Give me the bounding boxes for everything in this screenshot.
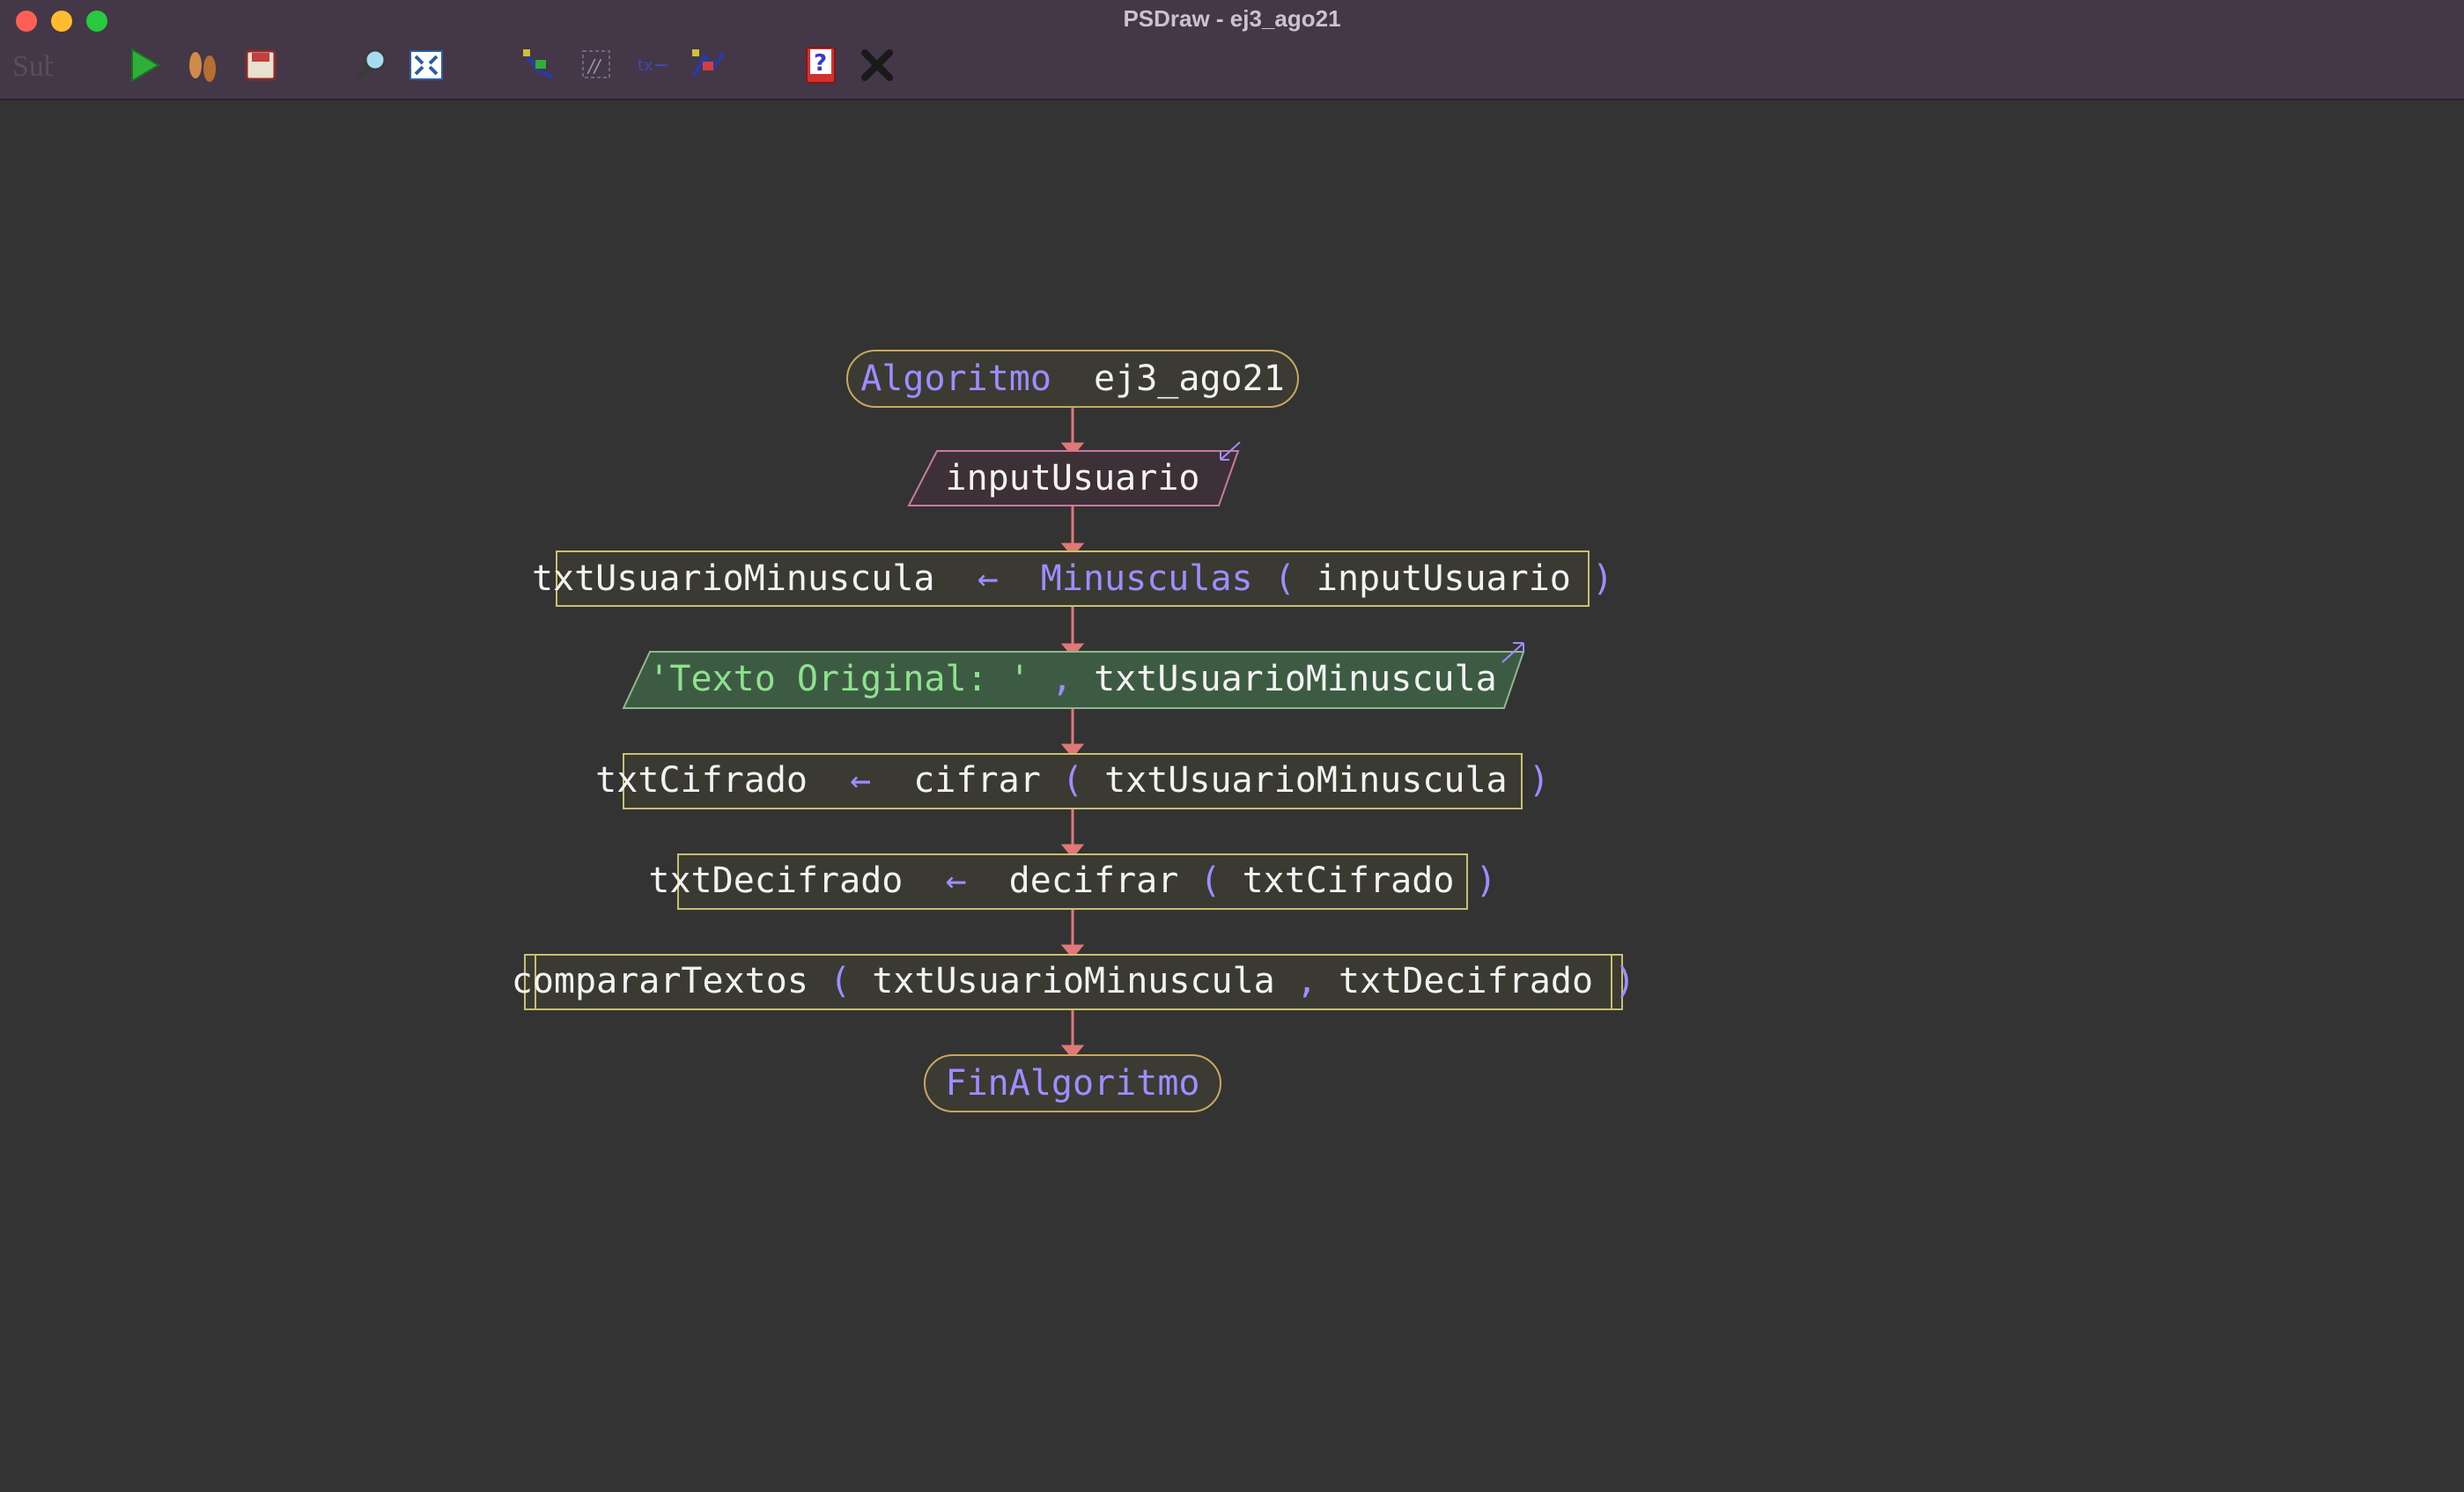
paren-close: )	[1529, 760, 1550, 801]
step-icon	[189, 52, 216, 82]
run-button[interactable]	[122, 42, 167, 88]
style-button[interactable]	[516, 42, 562, 88]
end-keyword: FinAlgoritmo	[946, 1063, 1200, 1104]
svg-text:tx: tx	[638, 56, 653, 75]
assign-arrow: ←	[850, 760, 871, 801]
paren-open: (	[1062, 760, 1083, 801]
assign-node-decipher[interactable]: txtDecifrado ← decifrar ( txtCifrado )	[648, 853, 1497, 910]
text-size-icon: tx	[638, 56, 668, 75]
paren-close: )	[1592, 558, 1613, 599]
assign-arrow: ←	[945, 860, 966, 901]
assign-target: txtUsuarioMinuscula	[532, 558, 935, 599]
comments-icon: //	[582, 50, 610, 78]
zoom-button[interactable]	[349, 42, 395, 88]
assign-function: Minusculas	[1041, 558, 1253, 599]
subprocess-icon: Sub	[12, 50, 53, 83]
diagram-canvas[interactable]: Algoritmo ej3_ago21 inputUsuario txtUsua…	[0, 100, 2464, 1492]
paren-open: (	[830, 961, 851, 1001]
svg-text:txtCifrado ←: txtCifrado ← cifrar ( txtUsuarioMinuscul…	[595, 760, 1550, 801]
assign-node-lowercase[interactable]: txtUsuarioMinuscula ← Minusculas ( input…	[532, 550, 1613, 607]
write-string: 'Texto Original: '	[648, 659, 1029, 699]
close-icon	[861, 49, 893, 81]
title-bar: PSDraw - ej3_ago21 Sub // tx ?	[0, 0, 2464, 100]
paren-open: (	[1199, 860, 1221, 901]
read-node[interactable]: inputUsuario	[907, 441, 1241, 506]
call-node[interactable]: compararTextos ( txtUsuarioMinuscula , t…	[512, 954, 1635, 1010]
window-title: PSDraw - ej3_ago21	[1123, 5, 1341, 32]
run-icon	[131, 48, 160, 83]
algorithm-name: ej3_ago21	[1094, 358, 1285, 399]
fit-icon	[409, 50, 443, 80]
help-button[interactable]: ?	[798, 42, 844, 88]
subprocess-button[interactable]: Sub	[9, 42, 55, 88]
svg-text:txtUsuarioMinuscula: txtUsuarioMinuscula ← Minusculas ( input…	[532, 558, 1613, 599]
comments-button[interactable]: //	[574, 42, 620, 88]
step-button[interactable]	[180, 42, 225, 88]
layout-button[interactable]	[685, 42, 731, 88]
close-diagram-button[interactable]	[854, 42, 900, 88]
layout-icon	[691, 49, 726, 78]
flowchart: Algoritmo ej3_ago21 inputUsuario txtUsua…	[512, 350, 1635, 1112]
zoom-icon	[355, 48, 387, 81]
assign-argument: txtUsuarioMinuscula	[1104, 760, 1508, 801]
save-icon	[245, 49, 277, 81]
svg-text:Sub: Sub	[12, 50, 53, 83]
assign-target: txtCifrado	[595, 760, 808, 801]
read-variable: inputUsuario	[946, 458, 1200, 499]
svg-text:Algoritmo ej3_ago21: Algoritmo ej3_ago21	[860, 358, 1285, 399]
text-size-button[interactable]: tx	[629, 42, 675, 88]
assign-argument: inputUsuario	[1317, 558, 1571, 599]
start-keyword: Algoritmo	[860, 358, 1051, 399]
toolbar: Sub // tx ?	[0, 42, 2464, 92]
assign-arrow: ←	[977, 558, 999, 599]
svg-text:'Texto Original: ' ,: 'Texto Original: ' , txtUsuarioMinuscula	[648, 659, 1496, 699]
assign-target: txtDecifrado	[648, 860, 903, 901]
assign-node-cipher[interactable]: txtCifrado ← cifrar ( txtUsuarioMinuscul…	[595, 753, 1550, 809]
assign-function: decifrar	[1009, 860, 1179, 901]
write-comma: ,	[1051, 659, 1073, 699]
end-node[interactable]: FinAlgoritmo	[924, 1054, 1221, 1112]
svg-text://: //	[586, 55, 602, 77]
paren-close: )	[1476, 860, 1497, 901]
save-button[interactable]	[238, 42, 284, 88]
write-node[interactable]: 'Texto Original: ' , txtUsuarioMinuscula	[622, 642, 1525, 709]
call-argument-1: txtUsuarioMinuscula	[872, 961, 1275, 1001]
write-variable: txtUsuarioMinuscula	[1094, 659, 1497, 699]
call-argument-2: txtDecifrado	[1339, 961, 1593, 1001]
style-icon	[523, 49, 555, 80]
paren-close: )	[1614, 961, 1635, 1001]
fit-button[interactable]	[403, 42, 449, 88]
svg-text:txtDecifrado ←: txtDecifrado ← decifrar ( txtCifrado )	[648, 860, 1496, 901]
assign-function: cifrar	[913, 760, 1041, 801]
start-node[interactable]: Algoritmo ej3_ago21	[846, 350, 1299, 408]
svg-text:?: ?	[814, 50, 827, 77]
call-function: compararTextos	[512, 961, 808, 1001]
help-icon: ?	[806, 47, 836, 84]
call-comma: ,	[1296, 961, 1317, 1001]
app-window: PSDraw - ej3_ago21 Sub // tx ? Algoritmo…	[0, 0, 2464, 1492]
svg-text:compararTextos (: compararTextos ( txtUsuarioMinuscula , t…	[512, 961, 1635, 1001]
paren-open: (	[1274, 558, 1295, 599]
assign-argument: txtCifrado	[1243, 860, 1455, 901]
